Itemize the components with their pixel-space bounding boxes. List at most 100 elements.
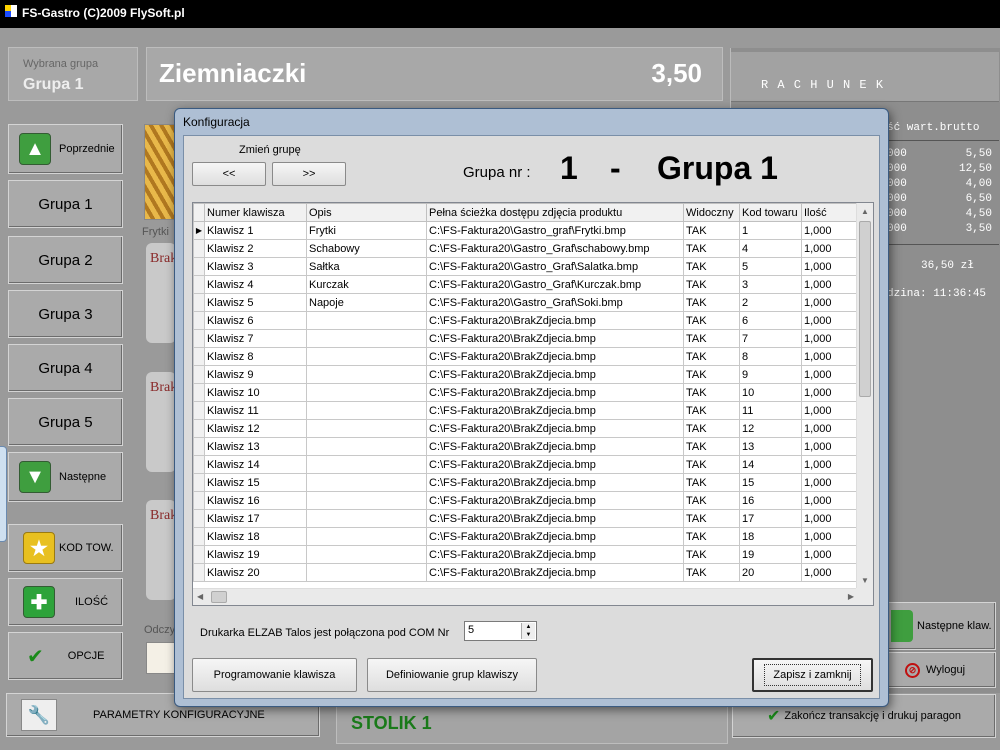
- group-2-button[interactable]: Grupa 2: [8, 236, 123, 284]
- side-tab[interactable]: [0, 446, 7, 542]
- table-cell[interactable]: 1,000: [801, 293, 859, 312]
- table-cell[interactable]: TAK: [683, 527, 740, 546]
- next-keys-button[interactable]: Następne klaw.: [888, 602, 996, 650]
- table-cell[interactable]: C:\FS-Faktura20\BrakZdjecia.bmp: [426, 527, 684, 546]
- table-cell[interactable]: TAK: [683, 437, 740, 456]
- table-cell[interactable]: 16: [739, 491, 802, 510]
- row-selector[interactable]: [193, 293, 205, 312]
- table-cell[interactable]: C:\FS-Faktura20\BrakZdjecia.bmp: [426, 563, 684, 582]
- table-cell[interactable]: Klawisz 14: [204, 455, 307, 474]
- table-cell[interactable]: 18: [739, 527, 802, 546]
- table-cell[interactable]: 8: [739, 347, 802, 366]
- table-cell[interactable]: 19: [739, 545, 802, 564]
- table-cell[interactable]: Klawisz 10: [204, 383, 307, 402]
- table-cell[interactable]: Klawisz 17: [204, 509, 307, 528]
- table-cell[interactable]: Klawisz 12: [204, 419, 307, 438]
- table-cell[interactable]: Klawisz 20: [204, 563, 307, 582]
- table-cell[interactable]: 1,000: [801, 509, 859, 528]
- product-tile-3[interactable]: Brak: [146, 372, 176, 472]
- table-cell[interactable]: 1,000: [801, 311, 859, 330]
- table-cell[interactable]: 1,000: [801, 455, 859, 474]
- com-port-stepper[interactable]: 5 ▲ ▼: [464, 621, 537, 641]
- table-cell[interactable]: TAK: [683, 257, 740, 276]
- table-row[interactable]: Klawisz 12 C:\FS-Faktura20\BrakZdjecia.bm…: [193, 419, 859, 438]
- table-cell[interactable]: Klawisz 5: [204, 293, 307, 312]
- table-cell[interactable]: Klawisz 16: [204, 491, 307, 510]
- table-row[interactable]: Klawisz 20 C:\FS-Faktura20\BrakZdjecia.bm…: [193, 563, 859, 582]
- table-row[interactable]: Klawisz 17 C:\FS-Faktura20\BrakZdjecia.bm…: [193, 509, 859, 528]
- save-close-button[interactable]: Zapisz i zamknij: [752, 658, 873, 692]
- group-1-button[interactable]: Grupa 1: [8, 180, 123, 228]
- column-header[interactable]: Pełna ścieżka dostępu zdjęcia produktu: [426, 203, 684, 222]
- table-cell[interactable]: 4: [739, 239, 802, 258]
- table-cell[interactable]: 2: [739, 293, 802, 312]
- table-cell[interactable]: Kurczak: [306, 275, 427, 294]
- horizontal-scroll-thumb[interactable]: [211, 591, 227, 603]
- table-cell[interactable]: C:\FS-Faktura20\Gastro_Graf\Salatka.bmp: [426, 257, 684, 276]
- table-cell[interactable]: Klawisz 19: [204, 545, 307, 564]
- table-cell[interactable]: 1,000: [801, 329, 859, 348]
- table-cell[interactable]: Klawisz 3: [204, 257, 307, 276]
- table-cell[interactable]: C:\FS-Faktura20\Gastro_graf\Frytki.bmp: [426, 221, 684, 240]
- product-tile-4[interactable]: Brak: [146, 500, 176, 600]
- table-cell[interactable]: Klawisz 1: [204, 221, 307, 240]
- table-cell[interactable]: Sałtka: [306, 257, 427, 276]
- table-cell[interactable]: [306, 347, 427, 366]
- table-cell[interactable]: C:\FS-Faktura20\BrakZdjecia.bmp: [426, 491, 684, 510]
- table-cell[interactable]: 9: [739, 365, 802, 384]
- table-cell[interactable]: [306, 473, 427, 492]
- row-selector[interactable]: [193, 527, 205, 546]
- table-cell[interactable]: 1,000: [801, 221, 859, 240]
- table-cell[interactable]: Klawisz 18: [204, 527, 307, 546]
- table-cell[interactable]: [306, 509, 427, 528]
- table-row[interactable]: Klawisz 19 C:\FS-Faktura20\BrakZdjecia.bm…: [193, 545, 859, 564]
- table-row[interactable]: Klawisz 16 C:\FS-Faktura20\BrakZdjecia.bm…: [193, 491, 859, 510]
- table-cell[interactable]: 20: [739, 563, 802, 582]
- table-row[interactable]: Klawisz 14 C:\FS-Faktura20\BrakZdjecia.bm…: [193, 455, 859, 474]
- column-header[interactable]: Ilość: [801, 203, 859, 222]
- table-cell[interactable]: Napoje: [306, 293, 427, 312]
- table-cell[interactable]: 5: [739, 257, 802, 276]
- table-cell[interactable]: [306, 437, 427, 456]
- table-row[interactable]: Klawisz 4 Kurczak C:\FS-Faktura20\Gastro_G…: [193, 275, 859, 294]
- table-row[interactable]: Klawisz 11 C:\FS-Faktura20\BrakZdjecia.bm…: [193, 401, 859, 420]
- table-cell[interactable]: TAK: [683, 221, 740, 240]
- table-cell[interactable]: [306, 329, 427, 348]
- table-cell[interactable]: TAK: [683, 419, 740, 438]
- table-cell[interactable]: C:\FS-Faktura20\BrakZdjecia.bmp: [426, 509, 684, 528]
- table-cell[interactable]: 1,000: [801, 275, 859, 294]
- row-selector[interactable]: [193, 365, 205, 384]
- table-row[interactable]: Klawisz 9 C:\FS-Faktura20\BrakZdjecia.bmp…: [193, 365, 859, 384]
- table-cell[interactable]: Klawisz 7: [204, 329, 307, 348]
- table-cell[interactable]: 3: [739, 275, 802, 294]
- row-selector[interactable]: [193, 419, 205, 438]
- table-cell[interactable]: C:\FS-Faktura20\BrakZdjecia.bmp: [426, 419, 684, 438]
- column-header[interactable]: Kod towaru: [739, 203, 802, 222]
- table-cell[interactable]: [306, 365, 427, 384]
- table-cell[interactable]: 1,000: [801, 473, 859, 492]
- row-selector[interactable]: [193, 401, 205, 420]
- table-cell[interactable]: [306, 545, 427, 564]
- scroll-right-icon[interactable]: ▶: [848, 592, 854, 601]
- row-selector[interactable]: [193, 275, 205, 294]
- table-cell[interactable]: TAK: [683, 401, 740, 420]
- stepper-arrows-icon[interactable]: ▲ ▼: [521, 623, 535, 639]
- group-3-button[interactable]: Grupa 3: [8, 290, 123, 338]
- row-selector[interactable]: [193, 491, 205, 510]
- row-selector[interactable]: [193, 545, 205, 564]
- table-cell[interactable]: Schabowy: [306, 239, 427, 258]
- table-cell[interactable]: C:\FS-Faktura20\BrakZdjecia.bmp: [426, 365, 684, 384]
- table-cell[interactable]: 1,000: [801, 347, 859, 366]
- scroll-down-icon[interactable]: ▼: [861, 576, 869, 585]
- table-cell[interactable]: [306, 383, 427, 402]
- ilosc-button[interactable]: ✚ ILOŚĆ: [8, 578, 123, 626]
- table-cell[interactable]: [306, 527, 427, 546]
- table-cell[interactable]: 1,000: [801, 545, 859, 564]
- table-cell[interactable]: C:\FS-Faktura20\BrakZdjecia.bmp: [426, 347, 684, 366]
- table-cell[interactable]: Frytki: [306, 221, 427, 240]
- opcje-button[interactable]: ✔ OPCJE: [8, 632, 123, 680]
- row-selector[interactable]: [193, 239, 205, 258]
- column-header[interactable]: Numer klawisza: [204, 203, 307, 222]
- table-row[interactable]: Klawisz 3 Sałtka C:\FS-Faktura20\Gastro_Gr…: [193, 257, 859, 276]
- next-group-button[interactable]: >>: [272, 162, 346, 186]
